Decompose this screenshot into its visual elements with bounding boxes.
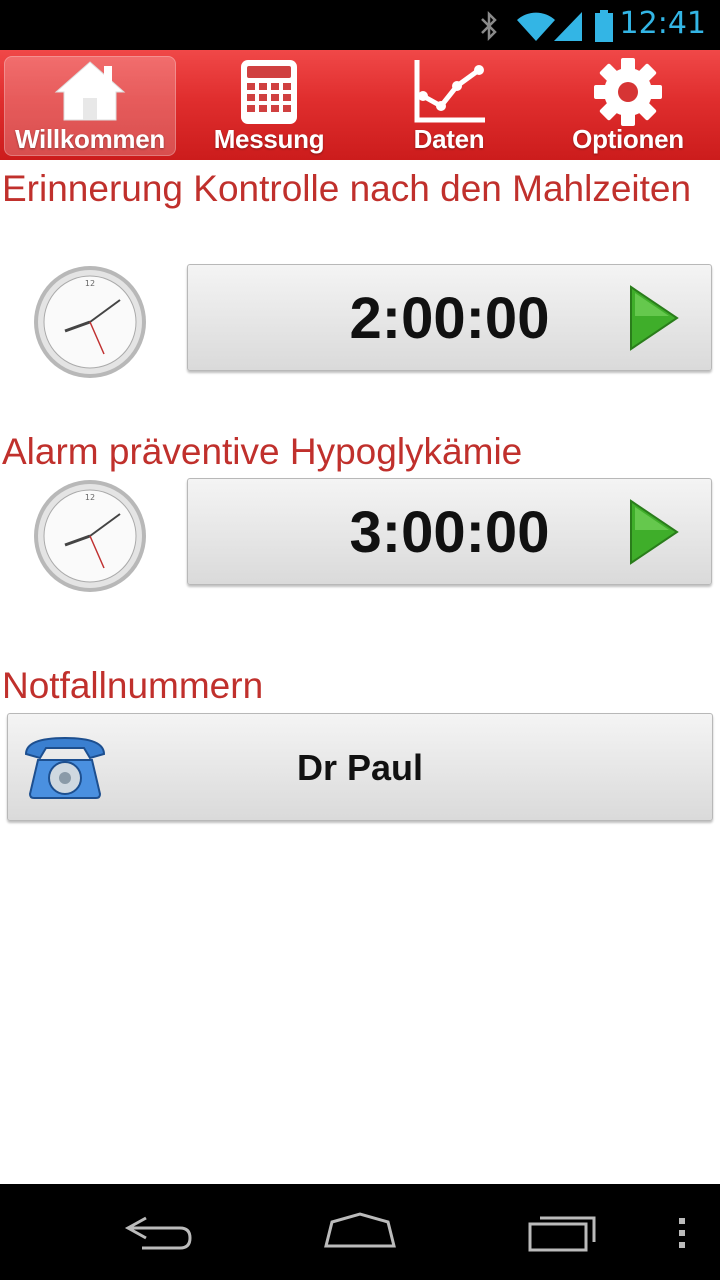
clock-icon: 12 [34,266,146,378]
tab-daten[interactable]: Daten [363,56,535,156]
recent-apps-icon[interactable] [524,1206,600,1258]
tab-label: Willkommen [15,124,165,154]
tab-messung[interactable]: Messung [183,56,355,156]
house-icon [54,61,126,121]
battery-icon [595,10,613,42]
timer-button-meals[interactable]: 2:00:00 [187,264,712,371]
calculator-icon [241,60,297,124]
tab-optionen[interactable]: Optionen [542,56,714,156]
wifi-icon [517,12,555,41]
overflow-menu-icon[interactable] [672,1206,692,1258]
reminder-title-meals: Erinnerung Kontrolle nach den Mahlzeiten [2,168,692,209]
svg-text:12: 12 [85,279,95,288]
play-icon [630,285,679,351]
tab-label: Optionen [572,124,684,154]
timer-button-hypo[interactable]: 3:00:00 [187,478,712,585]
bluetooth-icon [481,10,497,42]
tab-label: Daten [413,124,485,154]
line-chart-icon [414,60,485,123]
tab-label: Messung [213,124,325,154]
gear-icon [594,58,662,126]
back-icon[interactable] [122,1206,196,1258]
reminder-title-hypo: Alarm präventive Hypoglykämie [2,431,523,472]
navigation-bar [0,1184,720,1280]
home-icon[interactable] [320,1206,400,1258]
contact-name: Dr Paul [296,747,424,788]
tab-bar: Willkommen Messung Daten Optionen [0,50,720,160]
svg-text:12: 12 [85,493,95,502]
signal-icon [554,12,582,41]
status-time: 12:41 [619,6,706,41]
tab-willkommen[interactable]: Willkommen [4,56,176,156]
status-bar: 12:41 [0,0,720,50]
play-icon [630,499,679,565]
emergency-title: Notfallnummern [2,665,264,706]
contact-button-dr-paul[interactable]: Dr Paul [7,713,713,821]
clock-icon: 12 [34,480,146,592]
